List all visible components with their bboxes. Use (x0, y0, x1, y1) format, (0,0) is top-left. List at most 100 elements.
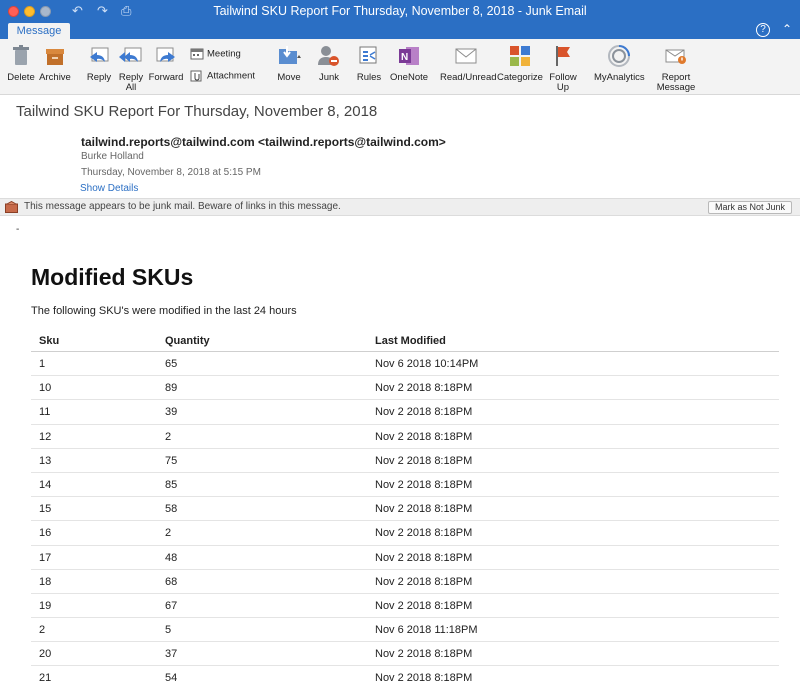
cell-quantity: 2 (165, 527, 172, 540)
move-folder-icon (279, 46, 301, 64)
chevron-up-icon[interactable]: ⌃ (782, 22, 792, 36)
archive-button[interactable]: Archive (38, 43, 72, 83)
attachment-label: Attachment (207, 70, 256, 82)
report-message-button[interactable]: Report Message (654, 43, 698, 93)
reply-button[interactable]: Reply (84, 43, 114, 83)
onenote-button[interactable]: N OneNote (390, 43, 428, 83)
report-message-icon (665, 49, 686, 64)
svg-text:N: N (401, 52, 408, 63)
archive-label: Archive (39, 72, 71, 83)
cell-sku: 13 (39, 454, 52, 467)
forward-label: Forward (148, 72, 184, 83)
flag-icon (556, 46, 570, 66)
cell-quantity: 89 (165, 382, 178, 395)
cell-last-modified: Nov 2 2018 8:18PM (375, 382, 473, 395)
read-unread-label: Read/Unread (440, 72, 497, 83)
rules-button[interactable]: Rules (352, 43, 386, 83)
table-row: 20 37 Nov 2 2018 8:18PM (31, 642, 779, 667)
categorize-button[interactable]: Categorize (496, 43, 544, 83)
cell-sku: 11 (39, 406, 51, 419)
window-titlebar: ↶ ↷ ⎙ Tailwind SKU Report For Thursday, … (0, 0, 800, 23)
show-details-link[interactable]: Show Details (80, 183, 138, 194)
cell-last-modified: Nov 2 2018 8:18PM (375, 503, 473, 516)
onenote-label: OneNote (390, 72, 429, 83)
cell-last-modified: Nov 6 2018 11:18PM (375, 624, 478, 637)
cell-last-modified: Nov 2 2018 8:18PM (375, 575, 473, 588)
envelope-icon (455, 48, 477, 64)
cell-quantity: 58 (165, 503, 178, 516)
reply-all-button[interactable]: Reply All (116, 43, 146, 93)
cell-quantity: 75 (165, 454, 178, 467)
ribbon-toolbar: Delete Archive Reply Reply All Forward M… (0, 39, 800, 95)
forward-button[interactable]: Forward (148, 43, 184, 83)
move-label: Move (277, 72, 301, 83)
attachment-icon (190, 70, 202, 82)
cell-last-modified: Nov 2 2018 8:18PM (375, 527, 473, 540)
table-row: 1 65 Nov 6 2018 10:14PM (31, 352, 779, 377)
myanalytics-icon (608, 45, 630, 67)
cell-quantity: 5 (165, 624, 172, 637)
message-recipient[interactable]: Burke Holland (81, 151, 144, 162)
column-header-last-modified: Last Modified (375, 335, 446, 347)
cell-quantity: 37 (165, 648, 178, 661)
archive-box-icon (46, 49, 64, 65)
ribbon-tab-row: Message ? ⌃ (0, 22, 800, 39)
rules-icon (359, 46, 377, 64)
cell-last-modified: Nov 2 2018 8:18PM (375, 430, 473, 443)
message-sender[interactable]: tailwind.reports@tailwind.com <tailwind.… (81, 135, 446, 149)
table-row: 19 67 Nov 2 2018 8:18PM (31, 594, 779, 619)
meeting-button[interactable]: Meeting (190, 48, 241, 60)
cell-sku: 1 (39, 358, 46, 370)
cell-last-modified: Nov 2 2018 8:18PM (375, 551, 473, 564)
reply-all-icon (119, 47, 142, 62)
cell-last-modified: Nov 2 2018 8:18PM (375, 454, 473, 467)
avatar (20, 133, 68, 181)
myanalytics-label: MyAnalytics (594, 72, 645, 83)
cell-quantity: 2 (165, 430, 172, 443)
move-button[interactable]: Move (272, 43, 306, 83)
forward-icon (156, 47, 175, 62)
cell-quantity: 39 (165, 406, 178, 419)
cell-last-modified: Nov 2 2018 8:18PM (375, 672, 473, 685)
cell-sku: 19 (39, 599, 52, 612)
cell-last-modified: Nov 6 2018 10:14PM (375, 358, 479, 370)
cell-quantity: 65 (165, 358, 178, 370)
cell-sku: 18 (39, 575, 52, 588)
column-header-quantity: Quantity (165, 335, 210, 347)
delete-button[interactable]: Delete (6, 43, 36, 83)
table-row: 11 39 Nov 2 2018 8:18PM (31, 400, 779, 425)
junk-info-bar: This message appears to be junk mail. Be… (0, 198, 800, 216)
cell-quantity: 85 (165, 478, 178, 491)
cell-sku: 14 (39, 478, 52, 491)
junk-mail-icon (5, 201, 18, 213)
junk-label: Junk (318, 72, 340, 83)
cell-quantity: 48 (165, 551, 178, 564)
table-row: 18 68 Nov 2 2018 8:18PM (31, 570, 779, 594)
tab-message[interactable]: Message (8, 23, 70, 39)
categorize-icon (510, 46, 530, 66)
meeting-label: Meeting (207, 48, 241, 60)
read-unread-button[interactable]: Read/Unread (440, 43, 497, 83)
window-title: Tailwind SKU Report For Thursday, Novemb… (213, 4, 587, 18)
cell-quantity: 68 (165, 575, 178, 588)
cell-sku: 12 (39, 430, 52, 443)
cell-sku: 10 (39, 382, 52, 395)
onenote-icon: N (399, 47, 419, 65)
table-row: 15 58 Nov 2 2018 8:18PM (31, 497, 779, 522)
cell-sku: 2 (39, 624, 46, 637)
table-row: 16 2 Nov 2 2018 8:18PM (31, 521, 779, 546)
myanalytics-button[interactable]: MyAnalytics (594, 43, 645, 83)
sku-table: Sku Quantity Last Modified 1 65 Nov 6 2018… (31, 330, 779, 686)
table-row: 10 89 Nov 2 2018 8:18PM (31, 376, 779, 401)
table-header-row: Sku Quantity Last Modified (31, 330, 779, 352)
mark-as-not-junk-button[interactable]: Mark as Not Junk (707, 201, 792, 214)
help-icon[interactable]: ? (756, 23, 770, 37)
cell-sku: 17 (39, 551, 52, 564)
cell-sku: 16 (39, 527, 52, 540)
table-row: 14 85 Nov 2 2018 8:18PM (31, 473, 779, 498)
attachment-button[interactable]: Attachment (190, 70, 255, 82)
message-datetime: Thursday, November 8, 2018 at 5:15 PM (81, 167, 261, 178)
junk-warning-text: This message appears to be junk mail. Be… (24, 201, 341, 212)
follow-up-button[interactable]: Follow Up (548, 43, 578, 93)
junk-button[interactable]: Junk (312, 43, 346, 83)
